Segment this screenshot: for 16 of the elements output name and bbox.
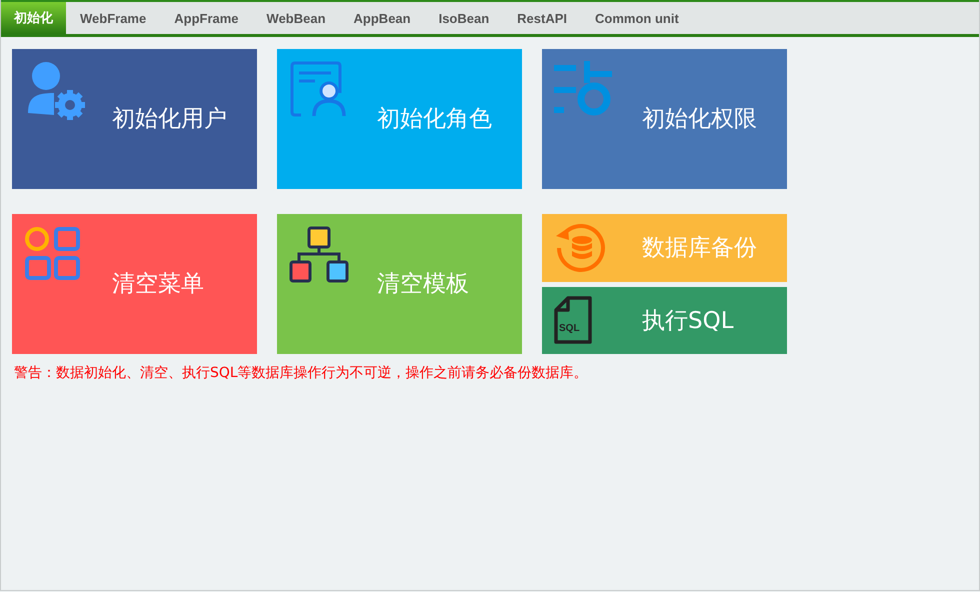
tab[interactable]: Common unit bbox=[581, 2, 693, 34]
id-card-icon bbox=[289, 61, 347, 119]
tab[interactable]: IsoBean bbox=[424, 2, 504, 34]
tab[interactable]: 初始化 bbox=[1, 2, 66, 34]
warning-text: 警告：数据初始化、清空、执行SQL等数据库操作行为不可逆，操作之前请务必备份数据库。 bbox=[14, 364, 589, 382]
action-tile[interactable]: 初始化权限 bbox=[542, 49, 787, 189]
database-refresh-icon bbox=[554, 222, 606, 274]
action-tile[interactable]: 清空菜单 bbox=[12, 214, 257, 354]
hierarchy-icon bbox=[289, 226, 349, 284]
action-tile[interactable]: SQL 执行SQL bbox=[542, 286, 787, 354]
tab[interactable]: AppBean bbox=[340, 2, 425, 34]
tab[interactable]: WebFrame bbox=[66, 2, 160, 34]
tab[interactable]: WebBean bbox=[252, 2, 340, 34]
tab[interactable]: AppFrame bbox=[160, 2, 253, 34]
tab[interactable]: RestAPI bbox=[503, 2, 582, 34]
action-tile[interactable]: 初始化用户 bbox=[12, 49, 257, 189]
